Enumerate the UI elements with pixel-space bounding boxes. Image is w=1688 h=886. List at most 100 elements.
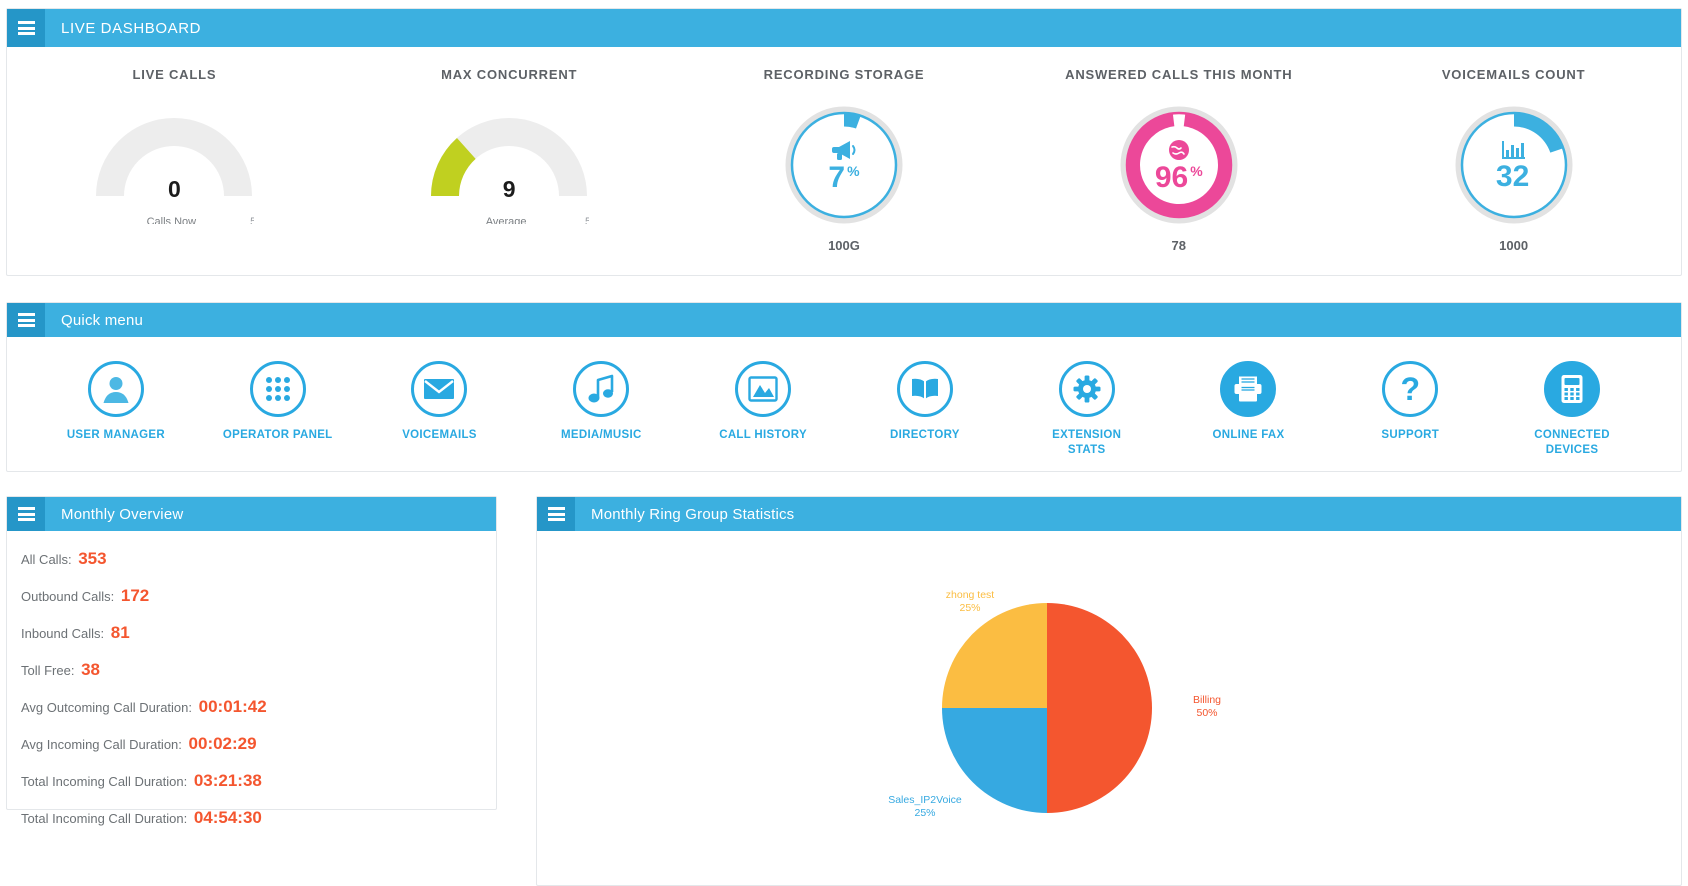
overview-row-value: 353: [78, 549, 107, 568]
gauge-max: 56: [584, 216, 590, 224]
quick-menu-items: USER MANAGER OPERATOR PANEL VOICEMAILS M…: [7, 337, 1681, 469]
gauge-scale-label: Calls Now: [146, 216, 197, 224]
gear-icon: [1058, 361, 1115, 417]
dashboard-metrics: LIVE CALLS 0 0 Calls Now 56 MAX CONCURRE…: [7, 47, 1681, 279]
voicemails-count-caption: 1000: [1499, 238, 1529, 253]
menu-lines-icon[interactable]: [537, 497, 575, 531]
recording-storage-caption: 100G: [828, 238, 860, 253]
menu-lines-icon[interactable]: [7, 9, 45, 47]
overview-row-value: 03:21:38: [193, 771, 262, 790]
quick-item-call-history[interactable]: CALL HISTORY: [682, 361, 844, 469]
metric-answered-calls: ANSWERED CALLS THIS MONTH 96 % 78: [1011, 47, 1346, 279]
ring-group-stats-panel: Monthly Ring Group Statistics zhong test…: [536, 496, 1682, 886]
overview-row-label: Total Incoming Call Duration:: [21, 811, 188, 826]
quick-item-online-fax[interactable]: ONLINE FAX: [1168, 361, 1330, 469]
quick-item-label: ONLINE FAX: [1212, 429, 1285, 441]
ring-group-stats-header: Monthly Ring Group Statistics: [537, 497, 1681, 531]
metric-title: VOICEMAILS COUNT: [1441, 67, 1586, 82]
quick-item-label: SUPPORT: [1381, 429, 1440, 441]
pie-label-sales: Sales_IP2Voice 25%: [855, 794, 995, 820]
question-mark-icon: ?: [1382, 361, 1439, 417]
printer-icon: [1220, 361, 1277, 417]
quick-item-connected-devices[interactable]: CONNECTED DEVICES: [1491, 361, 1653, 469]
ring-value-suffix: %: [1190, 162, 1203, 179]
metric-live-calls: LIVE CALLS 0 0 Calls Now 56: [7, 47, 342, 279]
live-dashboard-panel: LIVE DASHBOARD LIVE CALLS 0 0 Calls Now …: [6, 8, 1682, 276]
pie-label-zhong-test: zhong test 25%: [915, 589, 1025, 615]
monthly-overview-panel: Monthly Overview All Calls: 353 Outbound…: [6, 496, 497, 827]
overview-row: All Calls: 353: [21, 549, 482, 569]
music-note-icon: [573, 361, 630, 417]
ring-value-number: 32: [1495, 159, 1530, 193]
envelope-icon: [411, 361, 468, 417]
quick-item-label: EXTENSION STATS: [1052, 429, 1122, 456]
ring-group-stats-title: Monthly Ring Group Statistics: [591, 505, 795, 523]
quick-item-label: USER MANAGER: [66, 429, 165, 441]
quick-item-media-music[interactable]: MEDIA/MUSIC: [520, 361, 682, 469]
metric-title: ANSWERED CALLS THIS MONTH: [1065, 67, 1293, 82]
ring-value-suffix: %: [847, 162, 860, 179]
monthly-overview-header: Monthly Overview: [7, 497, 496, 531]
live-dashboard-title: LIVE DASHBOARD: [61, 19, 202, 37]
ring-value-number: 96: [1154, 160, 1189, 194]
quick-item-operator-panel[interactable]: OPERATOR PANEL: [197, 361, 359, 469]
metric-max-concurrent: MAX CONCURRENT 9 0 Average 56: [342, 47, 677, 279]
live-dashboard-header: LIVE DASHBOARD: [7, 9, 1681, 47]
voicemails-count-center: 32: [1455, 106, 1573, 224]
quick-item-directory[interactable]: DIRECTORY: [844, 361, 1006, 469]
gauge-scale-label: Average: [485, 216, 527, 224]
metric-voicemails-count: VOICEMAILS COUNT 32 1000: [1346, 47, 1681, 279]
voicemails-count-value: 32: [1495, 159, 1531, 193]
overview-row: Total Incoming Call Duration: 04:54:30: [21, 808, 482, 828]
half-gauge-svg: [431, 118, 588, 197]
gauge-max: 56: [250, 216, 255, 224]
quick-menu-panel: Quick menu USER MANAGER OPERATOR PANEL V…: [6, 302, 1682, 472]
pie-label-percent: 25%: [914, 807, 936, 819]
quick-item-label: OPERATOR PANEL: [222, 429, 333, 441]
quick-item-user-manager[interactable]: USER MANAGER: [35, 361, 197, 469]
bar-chart-icon: [1501, 139, 1527, 161]
open-book-icon: [896, 361, 953, 417]
metric-recording-storage: RECORDING STORAGE 7 % 100G: [677, 47, 1012, 279]
metric-title: LIVE CALLS: [132, 67, 217, 82]
pie-chart-area: [537, 531, 1681, 883]
megaphone-icon: [830, 138, 858, 162]
menu-lines-icon[interactable]: [7, 303, 45, 337]
quick-item-label: MEDIA/MUSIC: [560, 429, 642, 441]
menu-lines-icon[interactable]: [7, 497, 45, 531]
overview-row-label: All Calls:: [21, 552, 72, 567]
overview-row: Toll Free: 38: [21, 660, 482, 680]
recording-storage-ring: 7%: [785, 106, 903, 224]
recording-storage-value: 7%: [828, 160, 860, 194]
pie-slice-billing[interactable]: [1047, 603, 1152, 813]
quick-item-label: DIRECTORY: [889, 429, 960, 441]
quick-menu-header: Quick menu: [7, 303, 1681, 337]
overview-row-label: Toll Free:: [21, 663, 75, 678]
quick-item-extension-stats[interactable]: EXTENSION STATS: [1006, 361, 1168, 469]
recording-storage-center: 7%: [785, 106, 903, 224]
pie-slice-zhong-test[interactable]: [942, 603, 1047, 708]
dialpad-icon: [249, 361, 306, 417]
max-concurrent-value: 9: [502, 176, 516, 202]
overview-row-value: 04:54:30: [193, 808, 262, 827]
overview-row: Outbound Calls: 172: [21, 586, 482, 606]
max-concurrent-scale: 0 Average 56: [429, 216, 589, 224]
overview-row-value: 00:01:42: [198, 697, 267, 716]
overview-row-value: 81: [110, 623, 130, 642]
quick-item-voicemails[interactable]: VOICEMAILS: [359, 361, 521, 469]
pie-label-percent: 25%: [959, 602, 981, 614]
quick-item-support[interactable]: ? SUPPORT: [1329, 361, 1491, 469]
answered-calls-ring: 96%: [1120, 106, 1238, 224]
overview-row-label: Avg Outcoming Call Duration:: [21, 700, 193, 715]
quick-item-label: CONNECTED DEVICES: [1534, 429, 1610, 456]
metric-title: RECORDING STORAGE: [763, 67, 925, 82]
quick-menu-title: Quick menu: [61, 311, 144, 329]
globe-icon: [1167, 138, 1191, 162]
ring-value-number: 7: [828, 160, 846, 194]
device-icon: [1544, 361, 1601, 417]
overview-row: Inbound Calls: 81: [21, 623, 482, 643]
pie-label-name: Sales_IP2Voice: [888, 794, 962, 806]
overview-row-label: Avg Incoming Call Duration:: [21, 737, 182, 752]
quick-item-label: VOICEMAILS: [402, 429, 477, 441]
user-icon: [87, 361, 144, 417]
